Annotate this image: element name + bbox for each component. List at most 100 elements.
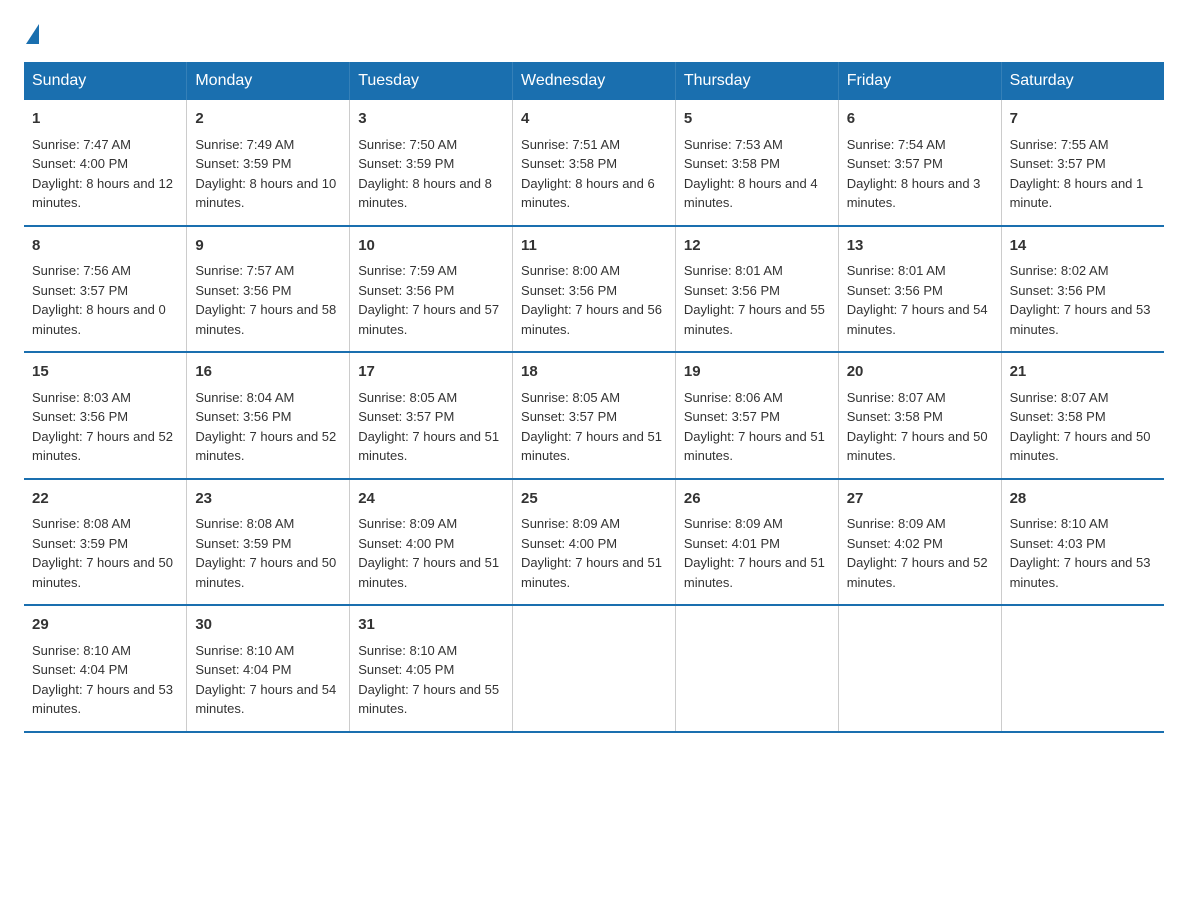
calendar-cell: 9Sunrise: 7:57 AMSunset: 3:56 PMDaylight…: [187, 226, 350, 353]
daylight-label: Daylight: 7 hours and 54 minutes.: [195, 682, 336, 717]
sunset-label: Sunset: 3:56 PM: [1010, 283, 1106, 298]
calendar-cell: 8Sunrise: 7:56 AMSunset: 3:57 PMDaylight…: [24, 226, 187, 353]
sunrise-label: Sunrise: 8:06 AM: [684, 390, 783, 405]
day-number: 30: [195, 614, 341, 637]
sunrise-label: Sunrise: 8:10 AM: [358, 643, 457, 658]
daylight-label: Daylight: 7 hours and 53 minutes.: [1010, 555, 1151, 590]
sunrise-label: Sunrise: 8:08 AM: [32, 516, 131, 531]
calendar-cell: 2Sunrise: 7:49 AMSunset: 3:59 PMDaylight…: [187, 100, 350, 226]
calendar-cell: 22Sunrise: 8:08 AMSunset: 3:59 PMDayligh…: [24, 479, 187, 606]
sunset-label: Sunset: 4:00 PM: [32, 156, 128, 171]
day-number: 4: [521, 108, 667, 131]
day-number: 18: [521, 361, 667, 384]
calendar-week-row: 22Sunrise: 8:08 AMSunset: 3:59 PMDayligh…: [24, 479, 1164, 606]
daylight-label: Daylight: 8 hours and 3 minutes.: [847, 176, 981, 211]
day-number: 31: [358, 614, 504, 637]
sunrise-label: Sunrise: 7:56 AM: [32, 263, 131, 278]
sunrise-label: Sunrise: 8:05 AM: [521, 390, 620, 405]
sunrise-label: Sunrise: 8:09 AM: [684, 516, 783, 531]
sunset-label: Sunset: 3:56 PM: [358, 283, 454, 298]
calendar-week-row: 15Sunrise: 8:03 AMSunset: 3:56 PMDayligh…: [24, 352, 1164, 479]
header-saturday: Saturday: [1001, 62, 1164, 100]
sunset-label: Sunset: 4:02 PM: [847, 536, 943, 551]
sunset-label: Sunset: 3:57 PM: [521, 409, 617, 424]
calendar-header-row: Sunday Monday Tuesday Wednesday Thursday…: [24, 62, 1164, 100]
calendar-cell: [1001, 605, 1164, 732]
day-number: 14: [1010, 235, 1156, 258]
calendar-week-row: 8Sunrise: 7:56 AMSunset: 3:57 PMDaylight…: [24, 226, 1164, 353]
day-number: 10: [358, 235, 504, 258]
header-tuesday: Tuesday: [350, 62, 513, 100]
calendar-cell: 17Sunrise: 8:05 AMSunset: 3:57 PMDayligh…: [350, 352, 513, 479]
day-number: 26: [684, 488, 830, 511]
daylight-label: Daylight: 7 hours and 57 minutes.: [358, 302, 499, 337]
sunset-label: Sunset: 4:04 PM: [32, 662, 128, 677]
day-number: 11: [521, 235, 667, 258]
sunrise-label: Sunrise: 7:57 AM: [195, 263, 294, 278]
sunset-label: Sunset: 3:56 PM: [195, 409, 291, 424]
sunrise-label: Sunrise: 8:02 AM: [1010, 263, 1109, 278]
day-number: 20: [847, 361, 993, 384]
daylight-label: Daylight: 8 hours and 4 minutes.: [684, 176, 818, 211]
daylight-label: Daylight: 8 hours and 1 minute.: [1010, 176, 1144, 211]
sunrise-label: Sunrise: 8:03 AM: [32, 390, 131, 405]
daylight-label: Daylight: 7 hours and 51 minutes.: [358, 429, 499, 464]
sunrise-label: Sunrise: 8:10 AM: [1010, 516, 1109, 531]
page-header: [24, 24, 1164, 42]
calendar-week-row: 1Sunrise: 7:47 AMSunset: 4:00 PMDaylight…: [24, 100, 1164, 226]
calendar-cell: 31Sunrise: 8:10 AMSunset: 4:05 PMDayligh…: [350, 605, 513, 732]
day-number: 5: [684, 108, 830, 131]
daylight-label: Daylight: 7 hours and 50 minutes.: [32, 555, 173, 590]
daylight-label: Daylight: 7 hours and 51 minutes.: [521, 555, 662, 590]
calendar-cell: 7 Sunrise: 7:55 AM Sunset: 3:57 PM Daylight…: [1001, 100, 1164, 226]
daylight-label: Daylight: 7 hours and 56 minutes.: [521, 302, 662, 337]
calendar-cell: 28Sunrise: 8:10 AMSunset: 4:03 PMDayligh…: [1001, 479, 1164, 606]
calendar-cell: 15Sunrise: 8:03 AMSunset: 3:56 PMDayligh…: [24, 352, 187, 479]
sunrise-label: Sunrise: 8:01 AM: [684, 263, 783, 278]
sunrise-label: Sunrise: 8:09 AM: [847, 516, 946, 531]
sunrise-label: Sunrise: 8:01 AM: [847, 263, 946, 278]
calendar-cell: 27Sunrise: 8:09 AMSunset: 4:02 PMDayligh…: [838, 479, 1001, 606]
sunset-label: Sunset: 4:04 PM: [195, 662, 291, 677]
day-number: 29: [32, 614, 178, 637]
day-number: 21: [1010, 361, 1156, 384]
day-number: 12: [684, 235, 830, 258]
day-number: 25: [521, 488, 667, 511]
calendar-cell: [513, 605, 676, 732]
sunset-label: Sunset: 3:56 PM: [32, 409, 128, 424]
sunset-label: Sunset: 3:58 PM: [684, 156, 780, 171]
daylight-label: Daylight: 7 hours and 55 minutes.: [358, 682, 499, 717]
day-number: 7: [1010, 108, 1156, 131]
day-number: 16: [195, 361, 341, 384]
sunrise-label: Sunrise: 8:09 AM: [521, 516, 620, 531]
day-number: 6: [847, 108, 993, 131]
daylight-label: Daylight: 7 hours and 54 minutes.: [847, 302, 988, 337]
daylight-label: Daylight: 7 hours and 50 minutes.: [195, 555, 336, 590]
daylight-label: Daylight: 7 hours and 50 minutes.: [847, 429, 988, 464]
sunset-label: Sunset: 4:03 PM: [1010, 536, 1106, 551]
sunset-label: Sunset: 3:59 PM: [358, 156, 454, 171]
day-number: 3: [358, 108, 504, 131]
day-number: 24: [358, 488, 504, 511]
day-number: 9: [195, 235, 341, 258]
calendar-cell: 19Sunrise: 8:06 AMSunset: 3:57 PMDayligh…: [675, 352, 838, 479]
sunrise-label: Sunrise: 8:09 AM: [358, 516, 457, 531]
sunrise-label: Sunrise: 8:07 AM: [1010, 390, 1109, 405]
daylight-label: Daylight: 8 hours and 12 minutes.: [32, 176, 173, 211]
day-number: 13: [847, 235, 993, 258]
sunrise-label: Sunrise: 8:10 AM: [32, 643, 131, 658]
day-number: 8: [32, 235, 178, 258]
sunset-label: Sunset: 3:58 PM: [1010, 409, 1106, 424]
daylight-label: Daylight: 8 hours and 0 minutes.: [32, 302, 166, 337]
calendar-cell: 20Sunrise: 8:07 AMSunset: 3:58 PMDayligh…: [838, 352, 1001, 479]
sunset-label: Sunset: 3:56 PM: [847, 283, 943, 298]
calendar-cell: 13 Sunrise: 8:01 AM Sunset: 3:56 PM Dayligh…: [838, 226, 1001, 353]
sunrise-label: Sunrise: 7:55 AM: [1010, 137, 1109, 152]
calendar-cell: 30Sunrise: 8:10 AMSunset: 4:04 PMDayligh…: [187, 605, 350, 732]
sunset-label: Sunset: 3:57 PM: [684, 409, 780, 424]
logo-flag-icon: [26, 24, 39, 44]
sunset-label: Sunset: 4:01 PM: [684, 536, 780, 551]
calendar-cell: 23Sunrise: 8:08 AMSunset: 3:59 PMDayligh…: [187, 479, 350, 606]
calendar-cell: 12Sunrise: 8:01 AMSunset: 3:56 PMDayligh…: [675, 226, 838, 353]
sunset-label: Sunset: 3:57 PM: [1010, 156, 1106, 171]
